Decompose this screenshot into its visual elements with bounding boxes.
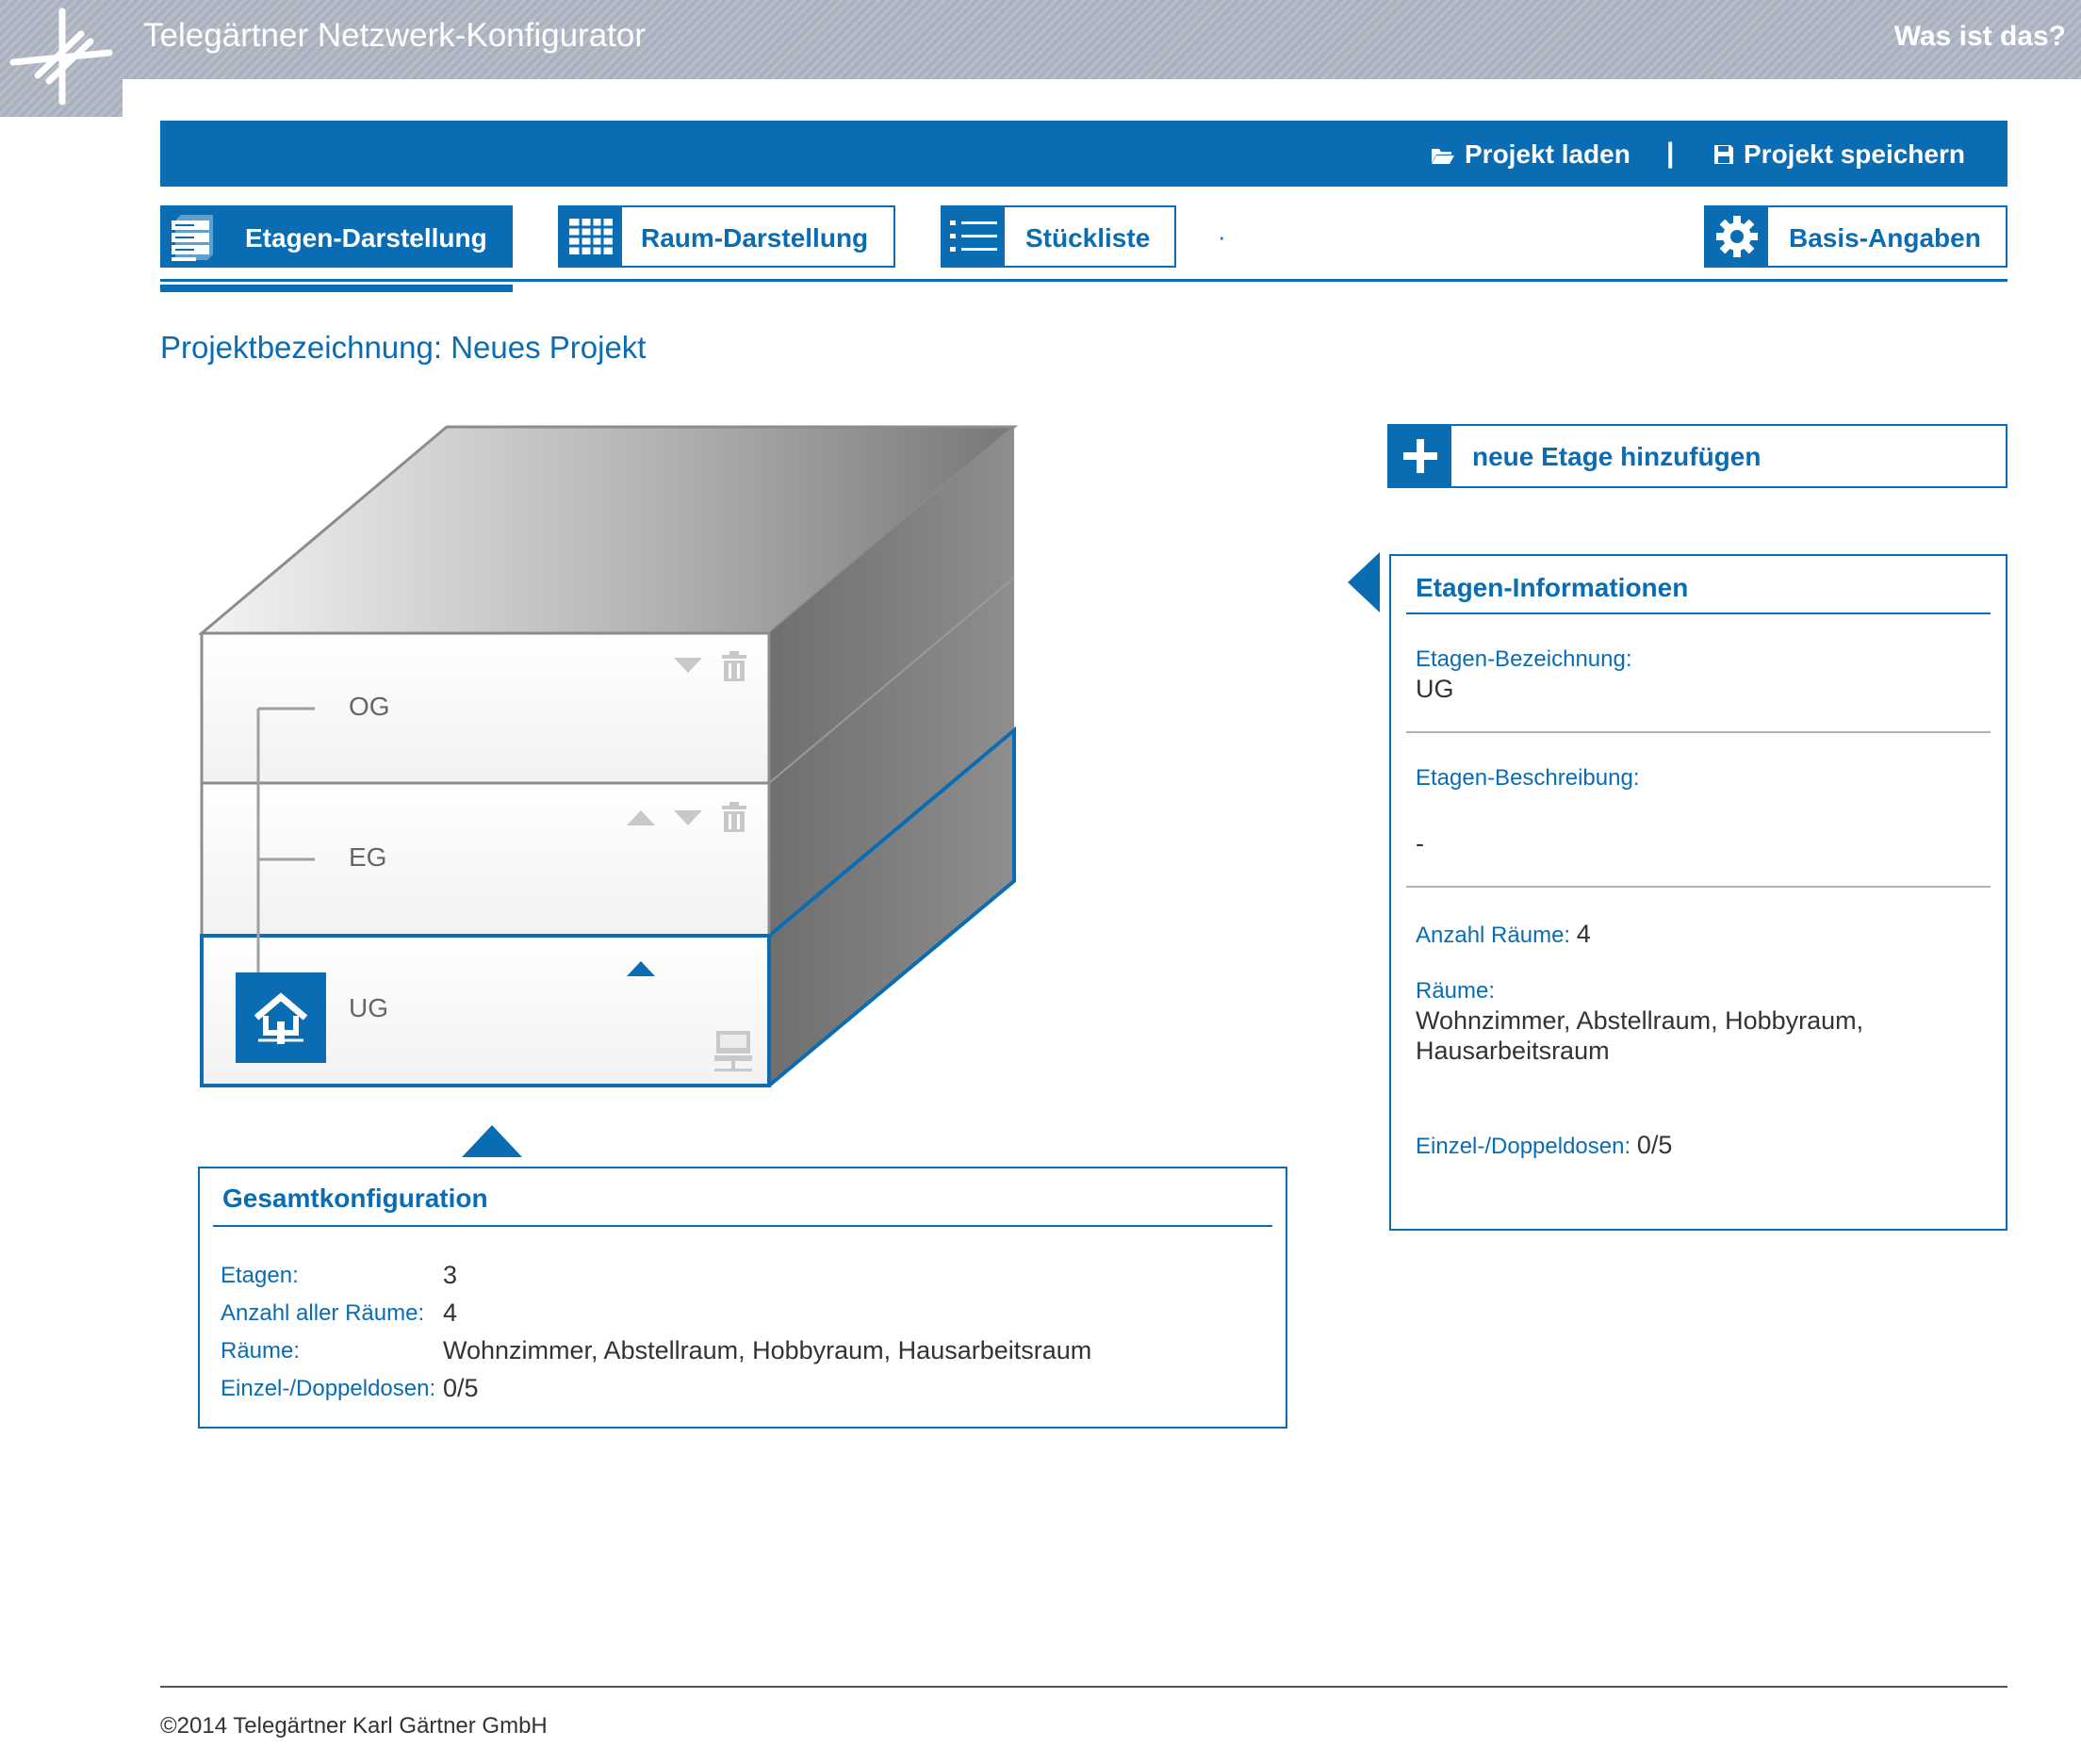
summary-rooms-label: Räume: <box>221 1338 301 1364</box>
summary-floors-label: Etagen: <box>221 1263 299 1288</box>
floor-info-title: Etagen-Informationen <box>1416 573 1689 602</box>
summary-pointer-arrow <box>462 1125 522 1157</box>
floor-rooms-label: Räume: <box>1416 978 1496 1004</box>
floor-desc-label: Etagen-Beschreibung: <box>1416 765 1640 791</box>
summary-title-rule <box>213 1225 1272 1227</box>
add-floor-button[interactable]: neue Etage hinzufügen <box>1387 424 2007 488</box>
folder-open-icon <box>1432 149 1454 164</box>
floor-room-count-value: 4 <box>1576 920 1591 948</box>
floor-info-panel: Etagen-Informationen Etagen-Bezeichnung:… <box>1389 554 2007 1231</box>
summary-sockets-label: Einzel-/Doppeldosen: <box>221 1376 436 1401</box>
summary-room-count-label: Anzahl aller Räume: <box>221 1300 425 1326</box>
floor-name-value: UG <box>1416 675 1454 703</box>
summary-panel: Gesamtkonfiguration Etagen: 3 Anzahl all… <box>198 1167 1287 1429</box>
floor-room-count-label: Anzahl Räume: <box>1416 923 1571 948</box>
footer-rule <box>160 1686 2007 1688</box>
floor-room-count: Anzahl Räume: 4 <box>1416 920 1591 949</box>
toolbar-separator: | <box>1666 138 1675 169</box>
floor-eg-label[interactable]: EG <box>349 842 386 873</box>
gear-icon <box>1706 207 1768 266</box>
floor-sockets-value: 0/5 <box>1636 1131 1673 1159</box>
summary-room-count-value: 4 <box>443 1298 458 1327</box>
info-pointer-arrow <box>1348 552 1380 612</box>
load-project-label: Projekt laden <box>1465 139 1630 169</box>
footer-copyright: ©2014 Telegärtner Karl Gärtner GmbH <box>160 1713 548 1739</box>
summary-rooms-value: Wohnzimmer, Abstellraum, Hobbyraum, Haus… <box>443 1336 1092 1364</box>
floor-rooms-value-line2: Hausarbeitsraum <box>1416 1037 1610 1065</box>
trash-icon[interactable] <box>720 650 748 687</box>
move-down-icon[interactable] <box>673 656 703 679</box>
move-down-icon[interactable] <box>673 808 703 832</box>
tab-dot: · <box>1218 222 1226 251</box>
floor-name-label: Etagen-Bezeichnung: <box>1416 646 1632 672</box>
plus-icon <box>1389 426 1451 486</box>
load-project-button[interactable]: Projekt laden <box>1431 139 1630 170</box>
move-up-icon[interactable] <box>626 808 656 832</box>
save-project-button[interactable]: Projekt speichern <box>1713 139 1965 170</box>
save-project-label: Projekt speichern <box>1744 139 1965 169</box>
computer-icon <box>713 1029 754 1079</box>
floor-ug-label[interactable]: UG <box>349 993 388 1023</box>
floor-desc-value: - <box>1416 829 1424 858</box>
floor-og-label[interactable]: OG <box>349 692 390 722</box>
floor-sockets: Einzel-/Doppeldosen: 0/5 <box>1416 1131 1672 1160</box>
tab-basis-angaben[interactable]: Basis-Angaben <box>1704 205 2007 268</box>
floor-rooms-value-line1: Wohnzimmer, Abstellraum, Hobbyraum, <box>1416 1006 1864 1035</box>
move-up-icon[interactable] <box>626 959 656 983</box>
floor-info-title-rule <box>1406 612 1991 614</box>
trash-icon[interactable] <box>720 801 748 838</box>
divider <box>1406 731 1991 733</box>
save-disk-icon <box>1714 145 1733 164</box>
floor-sockets-label: Einzel-/Doppeldosen: <box>1416 1134 1631 1159</box>
summary-floors-value: 3 <box>443 1261 458 1289</box>
building-diagram: OG EG UG <box>0 0 1065 1112</box>
home-network-icon[interactable] <box>236 972 326 1068</box>
divider <box>1406 886 1991 888</box>
help-link[interactable]: Was ist das? <box>1894 21 2066 53</box>
add-floor-label: neue Etage hinzufügen <box>1472 442 1761 471</box>
summary-sockets-value: 0/5 <box>443 1374 479 1402</box>
tab-label: Basis-Angaben <box>1789 223 1981 253</box>
summary-title: Gesamtkonfiguration <box>222 1184 488 1213</box>
